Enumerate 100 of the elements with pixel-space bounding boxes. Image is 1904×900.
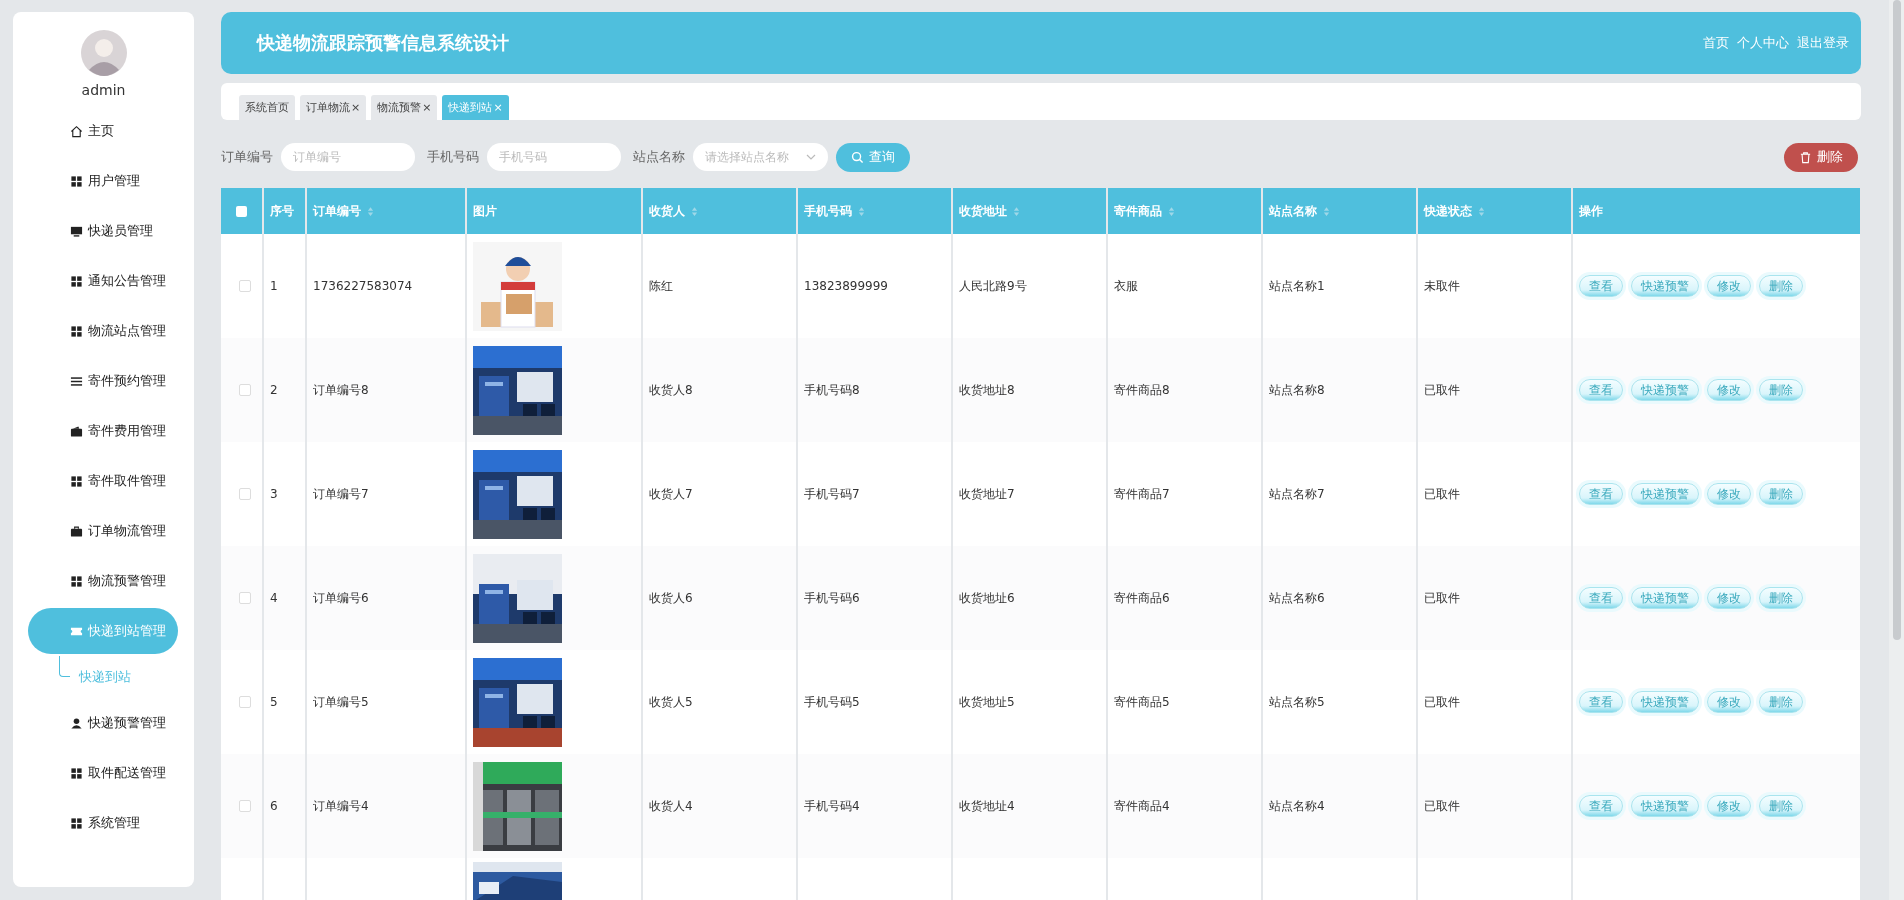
row-action-button[interactable]: 快递预警 — [1631, 379, 1699, 401]
header-link[interactable]: 个人中心 — [1737, 34, 1789, 52]
row-action-button[interactable]: 删除 — [1759, 795, 1803, 817]
menu-item[interactable]: 物流预警管理 — [28, 558, 178, 604]
field-label: 订单编号 — [221, 148, 273, 166]
page-tab[interactable]: 订单物流× — [300, 95, 367, 120]
grid-icon — [70, 474, 83, 488]
station-name: 站点名称1 — [1269, 277, 1325, 295]
menu-item[interactable]: 物流站点管理 — [28, 308, 178, 354]
menu-item[interactable]: 快递员管理 — [28, 208, 178, 254]
wallet-icon — [70, 424, 83, 438]
row-action-button[interactable]: 修改 — [1707, 483, 1751, 505]
row-action-button[interactable]: 修改 — [1707, 275, 1751, 297]
submenu-item[interactable]: 快递到站 — [13, 656, 194, 698]
row-number: 4 — [270, 591, 278, 605]
select-all-checkbox[interactable] — [236, 205, 247, 217]
menu-item[interactable]: 快递到站管理 — [28, 608, 178, 654]
order-number: 订单编号8 — [313, 381, 369, 399]
user-name: admin — [81, 82, 126, 98]
row-action-button[interactable]: 查看 — [1579, 587, 1623, 609]
page-tab[interactable]: 物流预警× — [371, 95, 438, 120]
row-action-button[interactable]: 修改 — [1707, 691, 1751, 713]
menu-item[interactable]: 主页 — [28, 108, 178, 154]
search-button[interactable]: 查询 — [836, 142, 910, 172]
status-text: 未取件 — [1424, 277, 1460, 295]
phone-number: 手机号码7 — [804, 485, 860, 503]
menu-item[interactable]: 寄件费用管理 — [28, 408, 178, 454]
row-action-button[interactable]: 修改 — [1707, 379, 1751, 401]
row-action-button[interactable]: 修改 — [1707, 587, 1751, 609]
row-action-button[interactable]: 修改 — [1707, 795, 1751, 817]
station-select[interactable]: 请选择站点名称 — [693, 143, 828, 171]
sort-icon[interactable] — [691, 205, 698, 217]
status-text: 已取件 — [1424, 485, 1460, 503]
goods-text: 寄件商品6 — [1114, 589, 1170, 607]
row-action-button[interactable]: 删除 — [1759, 275, 1803, 297]
row-checkbox[interactable] — [238, 592, 251, 604]
search-icon — [851, 150, 864, 164]
row-checkbox[interactable] — [238, 696, 251, 708]
status-text: 已取件 — [1424, 797, 1460, 815]
menu-item[interactable]: 取件配送管理 — [28, 750, 178, 796]
row-checkbox[interactable] — [238, 280, 251, 292]
row-action-button[interactable]: 删除 — [1759, 691, 1803, 713]
close-icon[interactable]: × — [422, 101, 432, 114]
menu-item[interactable]: 快递预警管理 — [28, 700, 178, 746]
receiver-name: 收货人4 — [649, 797, 693, 815]
close-icon[interactable]: × — [493, 101, 503, 114]
row-checkbox[interactable] — [238, 384, 251, 396]
header-link[interactable]: 退出登录 — [1797, 34, 1849, 52]
row-action-button[interactable]: 删除 — [1759, 587, 1803, 609]
row-action-button[interactable]: 查看 — [1579, 795, 1623, 817]
row-action-button[interactable]: 删除 — [1759, 483, 1803, 505]
menu-item[interactable]: 系统管理 — [28, 800, 178, 846]
receiver-name: 收货人8 — [649, 381, 693, 399]
row-number: 6 — [270, 799, 278, 813]
page-tab[interactable]: 快递到站× — [442, 95, 509, 120]
sort-icon[interactable] — [1168, 205, 1175, 217]
scrollbar-thumb[interactable] — [1892, 0, 1901, 640]
row-checkbox[interactable] — [238, 488, 251, 500]
trash-icon — [1799, 150, 1812, 164]
row-action-button[interactable]: 快递预警 — [1631, 587, 1699, 609]
grid-icon — [70, 766, 83, 780]
row-action-button[interactable]: 快递预警 — [1631, 691, 1699, 713]
order-number: 订单编号6 — [313, 589, 369, 607]
grid-icon — [70, 274, 83, 288]
scrollbar[interactable] — [1889, 0, 1904, 900]
row-action-button[interactable]: 快递预警 — [1631, 275, 1699, 297]
grid-icon — [70, 816, 83, 830]
column-header: 收货人 — [649, 202, 685, 220]
header-link[interactable]: 首页 — [1703, 34, 1729, 52]
close-icon[interactable]: × — [351, 101, 361, 114]
menu-item[interactable]: 订单物流管理 — [28, 508, 178, 554]
menu-item[interactable]: 通知公告管理 — [28, 258, 178, 304]
row-action-button[interactable]: 快递预警 — [1631, 795, 1699, 817]
briefcase-icon — [70, 524, 83, 538]
menu-item[interactable]: 寄件预约管理 — [28, 358, 178, 404]
page-tab[interactable]: 系统首页 — [239, 95, 295, 120]
search-field[interactable]: 手机号码 — [487, 143, 621, 171]
menu-item[interactable]: 用户管理 — [28, 158, 178, 204]
row-action-button[interactable]: 查看 — [1579, 483, 1623, 505]
sort-icon[interactable] — [858, 205, 865, 217]
order-number: 1736227583074 — [313, 279, 413, 293]
sort-icon[interactable] — [1478, 205, 1485, 217]
column-header: 图片 — [473, 202, 497, 220]
phone-number: 手机号码8 — [804, 381, 860, 399]
sort-icon[interactable] — [1013, 205, 1020, 217]
row-action-button[interactable]: 快递预警 — [1631, 483, 1699, 505]
row-action-button[interactable]: 查看 — [1579, 379, 1623, 401]
row-number: 2 — [270, 383, 278, 397]
row-action-button[interactable]: 查看 — [1579, 691, 1623, 713]
delete-button[interactable]: 删除 — [1784, 142, 1858, 172]
sort-icon[interactable] — [1323, 205, 1330, 217]
sort-icon[interactable] — [367, 205, 374, 217]
menu-item[interactable]: 寄件取件管理 — [28, 458, 178, 504]
row-checkbox[interactable] — [238, 800, 251, 812]
search-field[interactable]: 订单编号 — [281, 143, 415, 171]
row-action-button[interactable]: 查看 — [1579, 275, 1623, 297]
column-header: 寄件商品 — [1114, 202, 1162, 220]
row-action-button[interactable]: 删除 — [1759, 379, 1803, 401]
grid-icon — [70, 174, 83, 188]
address-text: 收货地址7 — [959, 485, 1015, 503]
